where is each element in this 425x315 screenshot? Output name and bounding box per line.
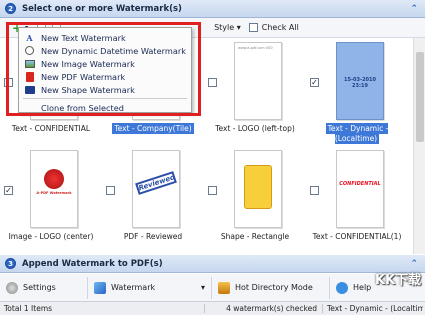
scrollbar-thumb[interactable] <box>416 52 424 142</box>
watermark-thumbnail[interactable]: 15-03-2010 23:19 <box>336 42 384 120</box>
section-title: Append Watermark to PDF(s) <box>22 258 163 269</box>
apdf-logo-icon <box>44 169 64 189</box>
site-watermark-logo: KK下载 <box>375 273 422 288</box>
vertical-scrollbar[interactable] <box>413 38 425 254</box>
check-all-checkbox[interactable] <box>248 23 258 32</box>
help-button[interactable]: Help <box>330 277 377 299</box>
total-items-text: Total 1 Items <box>0 304 205 313</box>
item-checkbox[interactable]: ✓ <box>310 78 319 87</box>
step-number-badge: 2 <box>5 3 16 14</box>
section-header-select: 2 Select one or more Watermark(s) ⌃ <box>0 0 425 18</box>
item-checkbox[interactable] <box>208 78 217 87</box>
style-menu[interactable]: Style ▾ <box>214 23 241 32</box>
item-caption: Text - Company(Tile) <box>112 123 194 134</box>
item-checkbox[interactable]: ✓ <box>4 186 13 195</box>
status-bar: Total 1 Items 4 watermark(s) checked Tex… <box>0 302 425 315</box>
help-icon <box>336 281 348 294</box>
item-caption: PDF - Reviewed <box>123 232 183 241</box>
section-header-append: 3 Append Watermark to PDF(s) ⌃ <box>0 255 425 273</box>
collapse-icon[interactable]: ⌃ <box>410 4 418 14</box>
watermark-thumbnail[interactable]: Reviewed <box>132 150 180 228</box>
item-caption: Text - CONFIDENTIAL(1) <box>312 232 402 241</box>
watermark-item[interactable]: www.a-pdf.com 000 Text - LOGO (left-top) <box>204 38 306 146</box>
settings-button[interactable]: Settings <box>0 276 88 299</box>
watermark-item[interactable]: CONFIDENTIAL Text - CONFIDENTIAL(1) <box>306 146 408 254</box>
watermark-button[interactable]: Watermark ▾ <box>88 276 212 299</box>
watermark-thumbnail[interactable]: CONFIDENTIAL <box>336 150 384 228</box>
highlight-box <box>6 22 201 116</box>
rectangle-shape <box>244 165 272 209</box>
item-checkbox[interactable] <box>106 186 115 195</box>
watermark-item[interactable]: Reviewed PDF - Reviewed <box>102 146 204 254</box>
watermark-run-icon <box>94 281 106 294</box>
section-title: Select one or more Watermark(s) <box>22 3 182 14</box>
item-caption: Image - LOGO (center) <box>8 232 94 241</box>
watermark-thumbnail[interactable]: www.a-pdf.com 000 <box>234 42 282 120</box>
item-caption: Shape - Rectangle <box>220 232 290 241</box>
item-checkbox[interactable] <box>310 186 319 195</box>
item-caption: Text - CONFIDENTIAL <box>11 124 91 133</box>
watermark-item[interactable]: ✓ 15-03-2010 23:19 Text - Dynamic - (Loc… <box>306 38 408 146</box>
watermark-item[interactable]: ✓ A-PDF Watermark Image - LOGO (center) <box>0 146 102 254</box>
hot-directory-button[interactable]: Hot Directory Mode <box>212 276 330 299</box>
watermark-thumbnail[interactable]: A-PDF Watermark <box>30 150 78 228</box>
watermark-thumbnail[interactable] <box>234 150 282 228</box>
folder-icon <box>218 281 230 294</box>
item-checkbox[interactable] <box>208 186 217 195</box>
dropdown-arrow-icon[interactable]: ▾ <box>201 283 205 292</box>
settings-gear-icon <box>6 281 18 294</box>
step-number-badge: 3 <box>5 258 16 269</box>
check-all-toggle[interactable]: Check All <box>248 23 299 32</box>
action-bar: Settings Watermark ▾ Hot Directory Mode … <box>0 274 425 302</box>
item-caption: Text - Dynamic - (Localtime) <box>325 123 389 144</box>
collapse-icon[interactable]: ⌃ <box>410 259 418 269</box>
item-caption: Text - LOGO (left-top) <box>215 124 295 133</box>
checked-count-text: 4 watermark(s) checked <box>205 304 323 313</box>
watermark-item[interactable]: Shape - Rectangle <box>204 146 306 254</box>
